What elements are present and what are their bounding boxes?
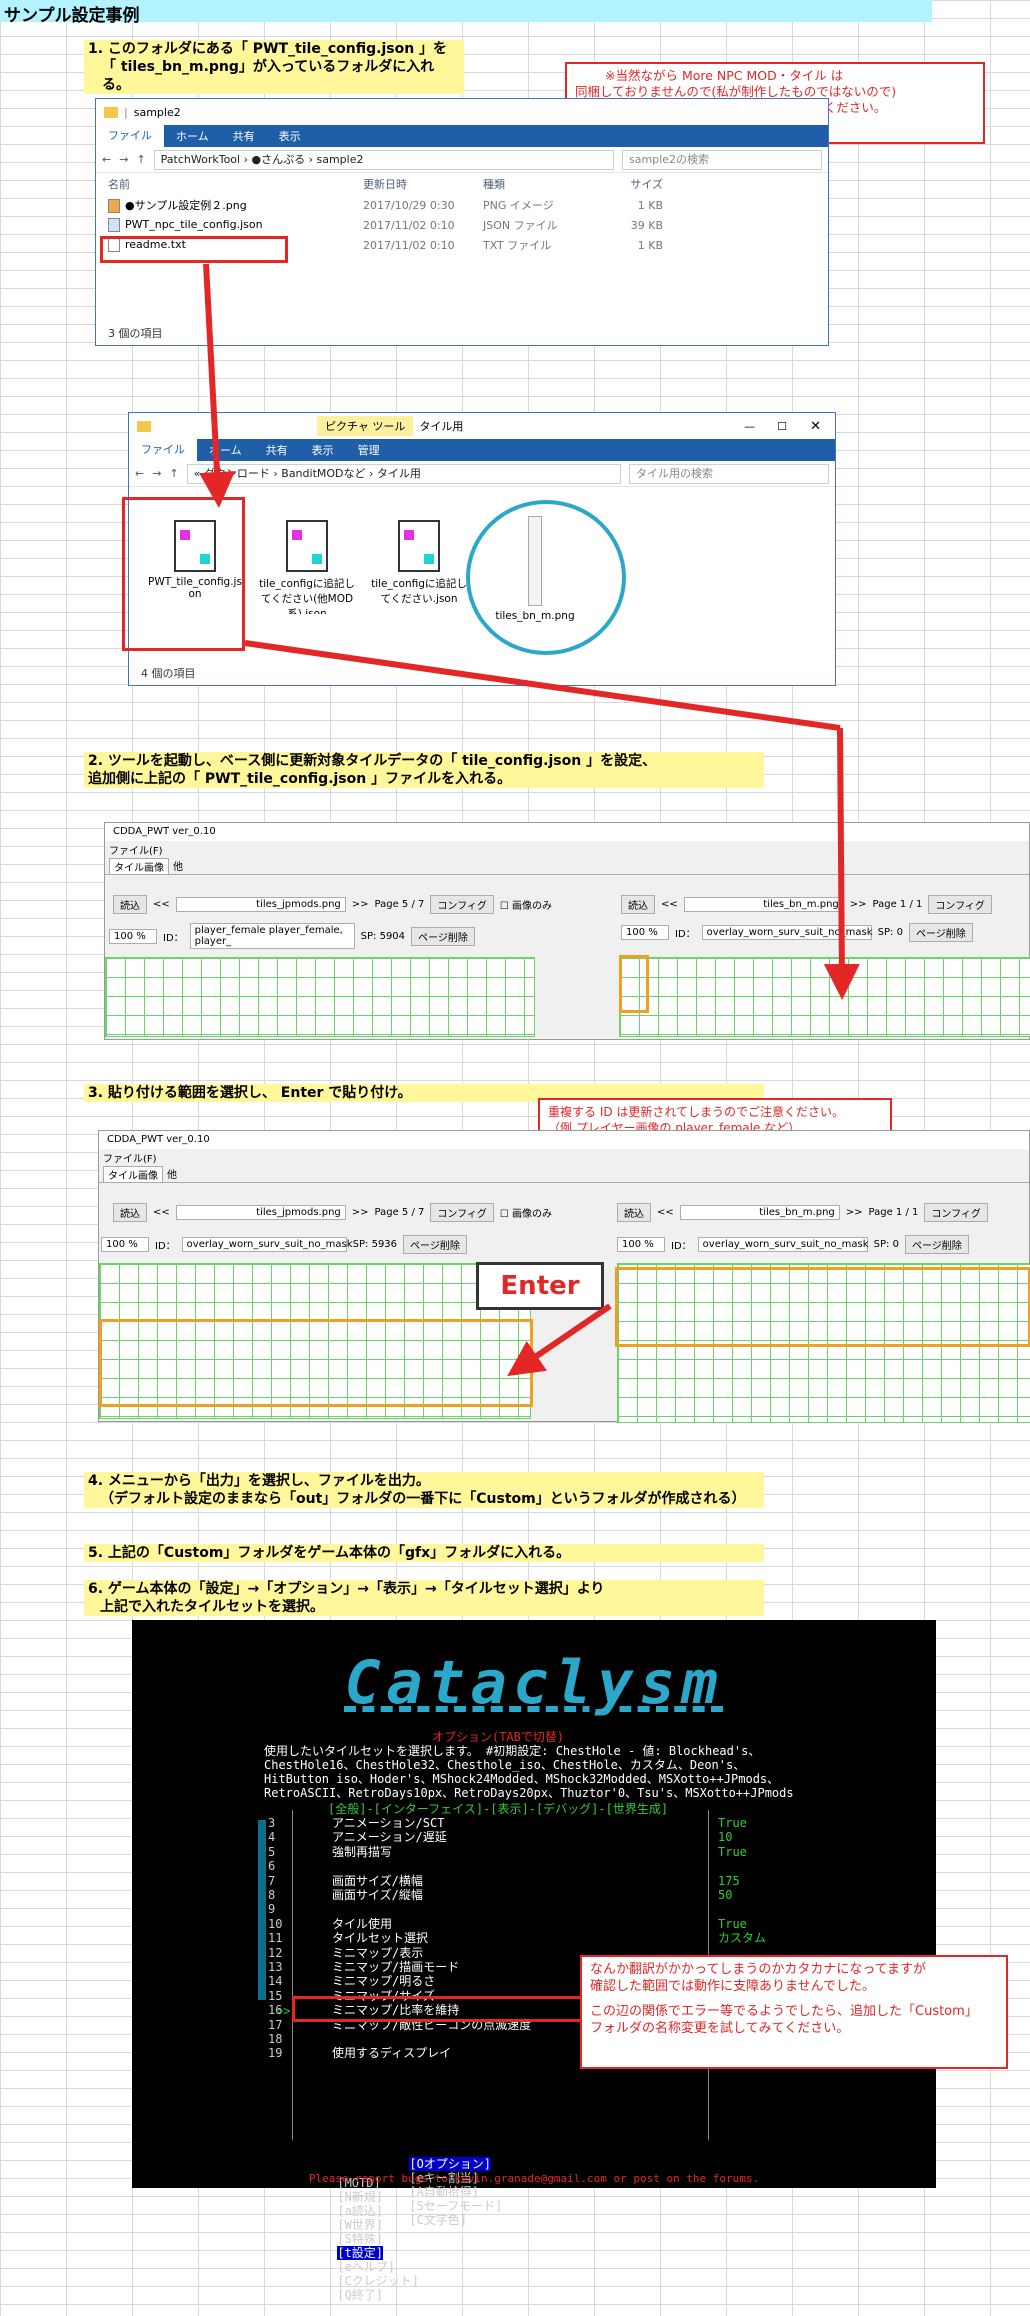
menu-quit[interactable]: [Q終了] — [337, 2288, 383, 2302]
menu-load[interactable]: [a読込] — [337, 2204, 383, 2218]
arrow-down — [823, 727, 860, 1000]
menu-special[interactable]: [S特殊] — [337, 2232, 383, 2246]
menu-credits[interactable]: [Cクレジット] — [337, 2274, 419, 2288]
arrows-overlay — [199, 263, 860, 1377]
menu-help[interactable]: [eヘルプ] — [337, 2260, 395, 2274]
menu-world[interactable]: [W世界] — [337, 2218, 383, 2232]
arrow-down — [199, 263, 236, 508]
menu-safemode[interactable]: [Sセーフモード] — [409, 2199, 502, 2213]
arrow-paste — [507, 1303, 612, 1377]
menu-settings[interactable]: [t設定] — [337, 2246, 384, 2260]
arrow-line — [244, 640, 841, 731]
